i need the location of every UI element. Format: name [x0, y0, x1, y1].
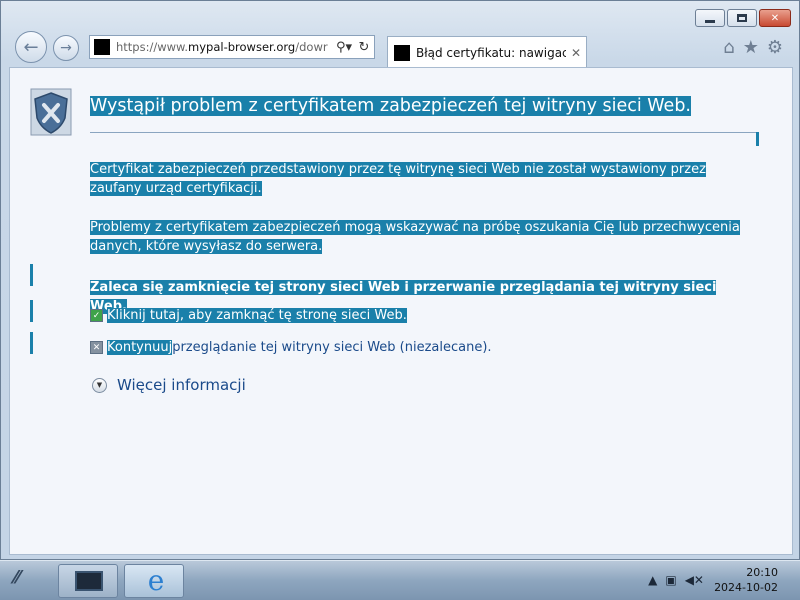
taskbar-app-explorer[interactable] [58, 564, 118, 598]
refresh-icon[interactable]: ↻ [354, 40, 374, 55]
site-favicon-icon [94, 39, 110, 55]
tab-title: Błąd certyfikatu: nawigacja ... [416, 45, 566, 60]
internet-explorer-icon: e [147, 564, 165, 597]
address-bar[interactable]: https://www.mypal-browser.org/dowr ⚲▾ ↻ [89, 35, 375, 59]
taskbar: ⁄⁄ e ▲ ▣ ◀✕ 20:10 2024-10-02 [0, 560, 800, 600]
minimize-button[interactable] [695, 9, 725, 27]
close-page-link[interactable]: Kliknij tutaj, aby zamknąć tę stronę sie… [107, 308, 407, 323]
page-title: Wystąpił problem z certyfikatem zabezpie… [90, 96, 770, 116]
url-domain: mypal-browser.org [188, 40, 296, 54]
url-scheme: https://www. [116, 40, 189, 54]
interception-warning-paragraph: Problemy z certyfikatem zabezpieczeń mog… [90, 218, 740, 256]
browser-toolbar-icons: ⌂ ★ ⚙ [723, 37, 783, 58]
x-shield-icon: ✕ [90, 341, 103, 354]
close-page-option[interactable]: ✓ Kliknij tutaj, aby zamknąć tę stronę s… [90, 308, 407, 323]
tab-favicon-icon [394, 44, 410, 61]
shield-error-icon [30, 88, 72, 136]
untrusted-ca-text: Certyfikat zabezpieczeń przedstawiony pr… [90, 162, 706, 196]
favorites-star-icon[interactable]: ★ [743, 37, 759, 58]
interception-warning-text: Problemy z certyfikatem zabezpieczeń mog… [90, 220, 740, 254]
more-information-toggle[interactable]: ▼ Więcej informacji [92, 376, 246, 394]
heading-divider-end [756, 132, 759, 146]
system-tray: ▲ ▣ ◀✕ [648, 573, 704, 587]
volume-muted-icon[interactable]: ◀✕ [685, 573, 704, 587]
settings-gear-icon[interactable]: ⚙ [767, 37, 783, 58]
tab-close-icon[interactable]: ✕ [566, 46, 586, 60]
start-button[interactable]: ⁄⁄ [14, 567, 44, 595]
selection-margin-marker [30, 264, 33, 286]
selection-margin-marker [30, 332, 33, 354]
continue-link[interactable]: Kontynuuj [107, 340, 173, 355]
window-caption-buttons: ✕ [695, 9, 791, 27]
page-title-text: Wystąpił problem z certyfikatem zabezpie… [90, 96, 691, 116]
clock-date: 2024-10-02 [714, 581, 778, 594]
computer-icon [75, 571, 103, 591]
taskbar-app-browser[interactable]: e [124, 564, 184, 598]
clock-time: 20:10 [746, 566, 778, 579]
forward-button[interactable]: → [53, 35, 79, 61]
system-clock[interactable]: 20:10 2024-10-02 [714, 565, 778, 595]
tray-expand-icon[interactable]: ▲ [648, 573, 657, 587]
maximize-button[interactable] [727, 9, 757, 27]
maximize-icon [737, 14, 747, 22]
minimize-icon [705, 19, 715, 23]
chevron-down-icon: ▼ [92, 377, 107, 393]
search-icon[interactable]: ⚲▾ [334, 40, 354, 55]
continue-option[interactable]: ✕ Kontynuuj przeglądanie tej witryny sie… [90, 340, 492, 355]
checkmark-shield-icon: ✓ [90, 309, 103, 322]
more-information-label: Więcej informacji [117, 376, 246, 394]
heading-divider [90, 132, 758, 133]
back-button[interactable]: ← [15, 31, 47, 63]
home-icon[interactable]: ⌂ [723, 37, 734, 58]
back-arrow-icon: ← [23, 36, 39, 58]
untrusted-ca-paragraph: Certyfikat zabezpieczeń przedstawiony pr… [90, 160, 740, 198]
network-icon[interactable]: ▣ [665, 573, 676, 587]
continue-rest-text: przeglądanie tej witryny sieci Web (niez… [172, 340, 492, 355]
page-content: Wystąpił problem z certyfikatem zabezpie… [9, 67, 793, 555]
address-url[interactable]: https://www.mypal-browser.org/dowr [116, 40, 334, 54]
close-window-button[interactable]: ✕ [759, 9, 791, 27]
tab-certificate-error[interactable]: Błąd certyfikatu: nawigacja ... ✕ [387, 36, 587, 68]
forward-arrow-icon: → [60, 40, 72, 56]
close-icon: ✕ [770, 12, 780, 24]
url-path: /dowr [295, 40, 328, 54]
browser-window: ✕ ← → https://www.mypal-browser.org/dowr… [0, 0, 800, 560]
selection-margin-marker [30, 300, 33, 322]
